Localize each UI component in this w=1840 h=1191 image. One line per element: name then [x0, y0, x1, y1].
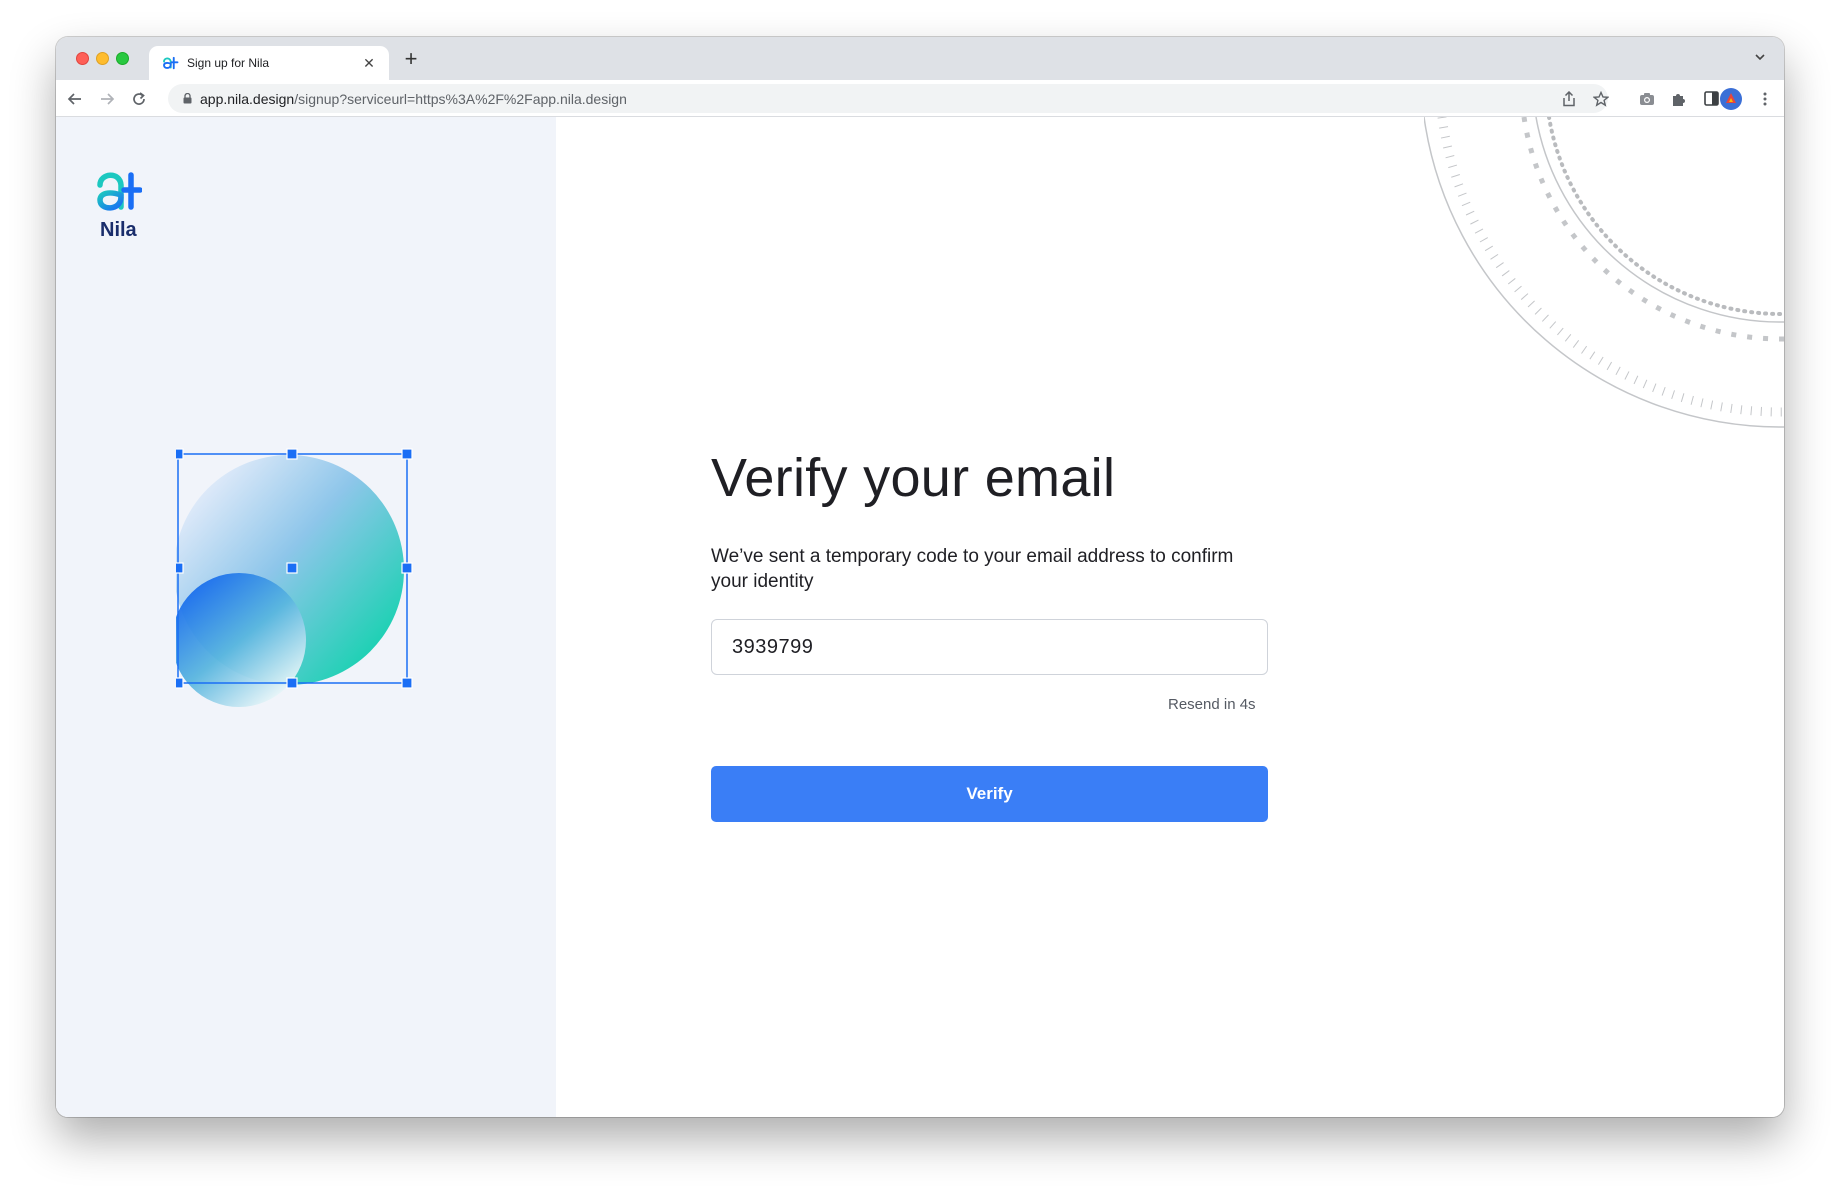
close-window-button[interactable]: [76, 52, 89, 65]
verify-button[interactable]: Verify: [711, 766, 1268, 822]
address-bar[interactable]: app.nila.design/signup?serviceurl=https%…: [168, 84, 1608, 113]
back-icon[interactable]: [62, 86, 88, 112]
verification-code-input[interactable]: 3939799: [711, 619, 1268, 675]
lock-icon: [183, 93, 192, 104]
camera-icon[interactable]: [1634, 86, 1660, 112]
decorative-arcs: [1424, 117, 1784, 428]
left-brand-panel: Nila: [56, 117, 556, 1117]
url-host: app.nila.design: [200, 91, 295, 107]
url-text: app.nila.design/signup?serviceurl=https%…: [200, 91, 627, 107]
tab-title: Sign up for Nila: [187, 56, 270, 70]
page-title: Verify your email: [711, 448, 1116, 508]
browser-tab[interactable]: Sign up for Nila ✕: [149, 46, 389, 80]
new-tab-button[interactable]: +: [398, 47, 424, 73]
brand-name: Nila: [100, 219, 137, 241]
page-content: Nila Verify your email We’ve sent a temp…: [56, 117, 1784, 1117]
extensions-puzzle-icon[interactable]: [1666, 86, 1692, 112]
nila-favicon-icon: [163, 56, 179, 70]
gradient-circles-illustration[interactable]: [176, 437, 476, 737]
browser-window: Sign up for Nila ✕ + app.nila.design/sig…: [56, 37, 1784, 1117]
maximize-window-button[interactable]: [116, 52, 129, 65]
nila-logo-icon: [97, 172, 142, 211]
url-path: /signup?serviceurl=https%3A%2F%2Fapp.nil…: [294, 91, 627, 107]
profile-avatar[interactable]: [1720, 88, 1742, 110]
tab-search-chevron-icon[interactable]: [1750, 49, 1770, 69]
share-icon[interactable]: [1556, 86, 1582, 112]
minimize-window-button[interactable]: [96, 52, 109, 65]
reload-icon[interactable]: [126, 86, 152, 112]
resend-countdown: Resend in 4s: [1168, 696, 1256, 713]
tab-strip: Sign up for Nila ✕ +: [56, 37, 1784, 80]
forward-icon[interactable]: [94, 86, 120, 112]
verification-instructions: We’ve sent a temporary code to your emai…: [711, 546, 1234, 592]
bookmark-star-icon[interactable]: [1588, 86, 1614, 112]
right-form-panel: Verify your email We’ve sent a temporary…: [556, 117, 1784, 1117]
verification-code-value: 3939799: [732, 636, 814, 658]
tab-close-icon[interactable]: ✕: [359, 53, 379, 73]
browser-menu-icon[interactable]: [1752, 86, 1778, 112]
browser-toolbar: app.nila.design/signup?serviceurl=https%…: [56, 80, 1784, 117]
